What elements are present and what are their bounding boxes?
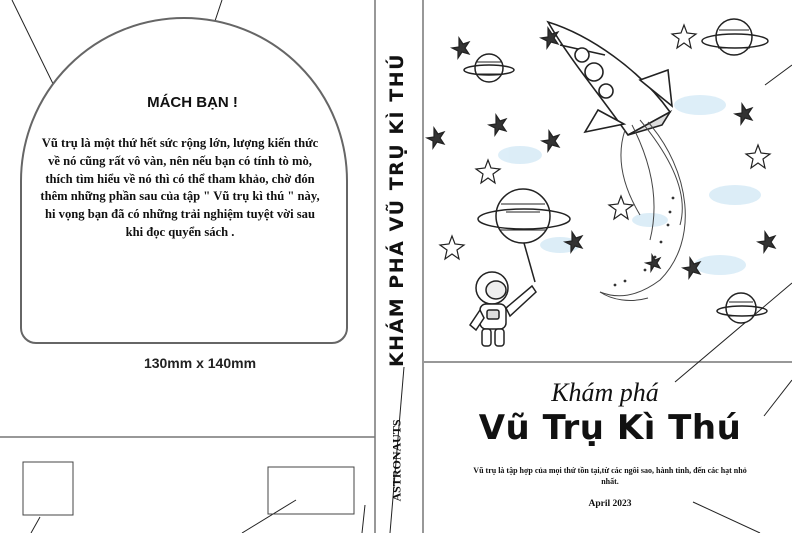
cover-date: April 2023 [588, 499, 632, 509]
exhaust-trail [599, 119, 686, 301]
spine-title-text: KHÁM PHÁ VŨ TRỤ KÌ THÚ [386, 52, 409, 368]
dimension-label: 130mm x 140mm [143, 355, 257, 371]
planet-icon-top [463, 53, 515, 83]
small-box-right [267, 466, 355, 515]
planet-icon-right [716, 292, 768, 324]
planet-icon-top-right [701, 18, 769, 56]
spine-publisher-text: ASTRONAUTS [389, 418, 404, 502]
spine-title: KHÁM PHÁ VŨ TRỤ KÌ THÚ [375, 53, 419, 367]
cover-description: Vũ trụ là tập hợp của mọi thứ tồn tại,từ… [473, 466, 747, 486]
tip-box-body: Vũ trụ là một thứ hết sức rộng lớn, lượn… [40, 136, 320, 239]
tip-box-title: MÁCH BẠN ! [147, 94, 238, 111]
rocket-icon [546, 20, 674, 137]
astronaut-icon [469, 242, 537, 347]
cover-script-title: Khám phá [551, 378, 659, 407]
small-box-left [22, 461, 74, 516]
cover-main-title: Vũ Trụ Kì Thú [478, 408, 742, 448]
planet-icon-middle [477, 188, 571, 244]
spine-publisher: ASTRONAUTS [377, 400, 417, 520]
